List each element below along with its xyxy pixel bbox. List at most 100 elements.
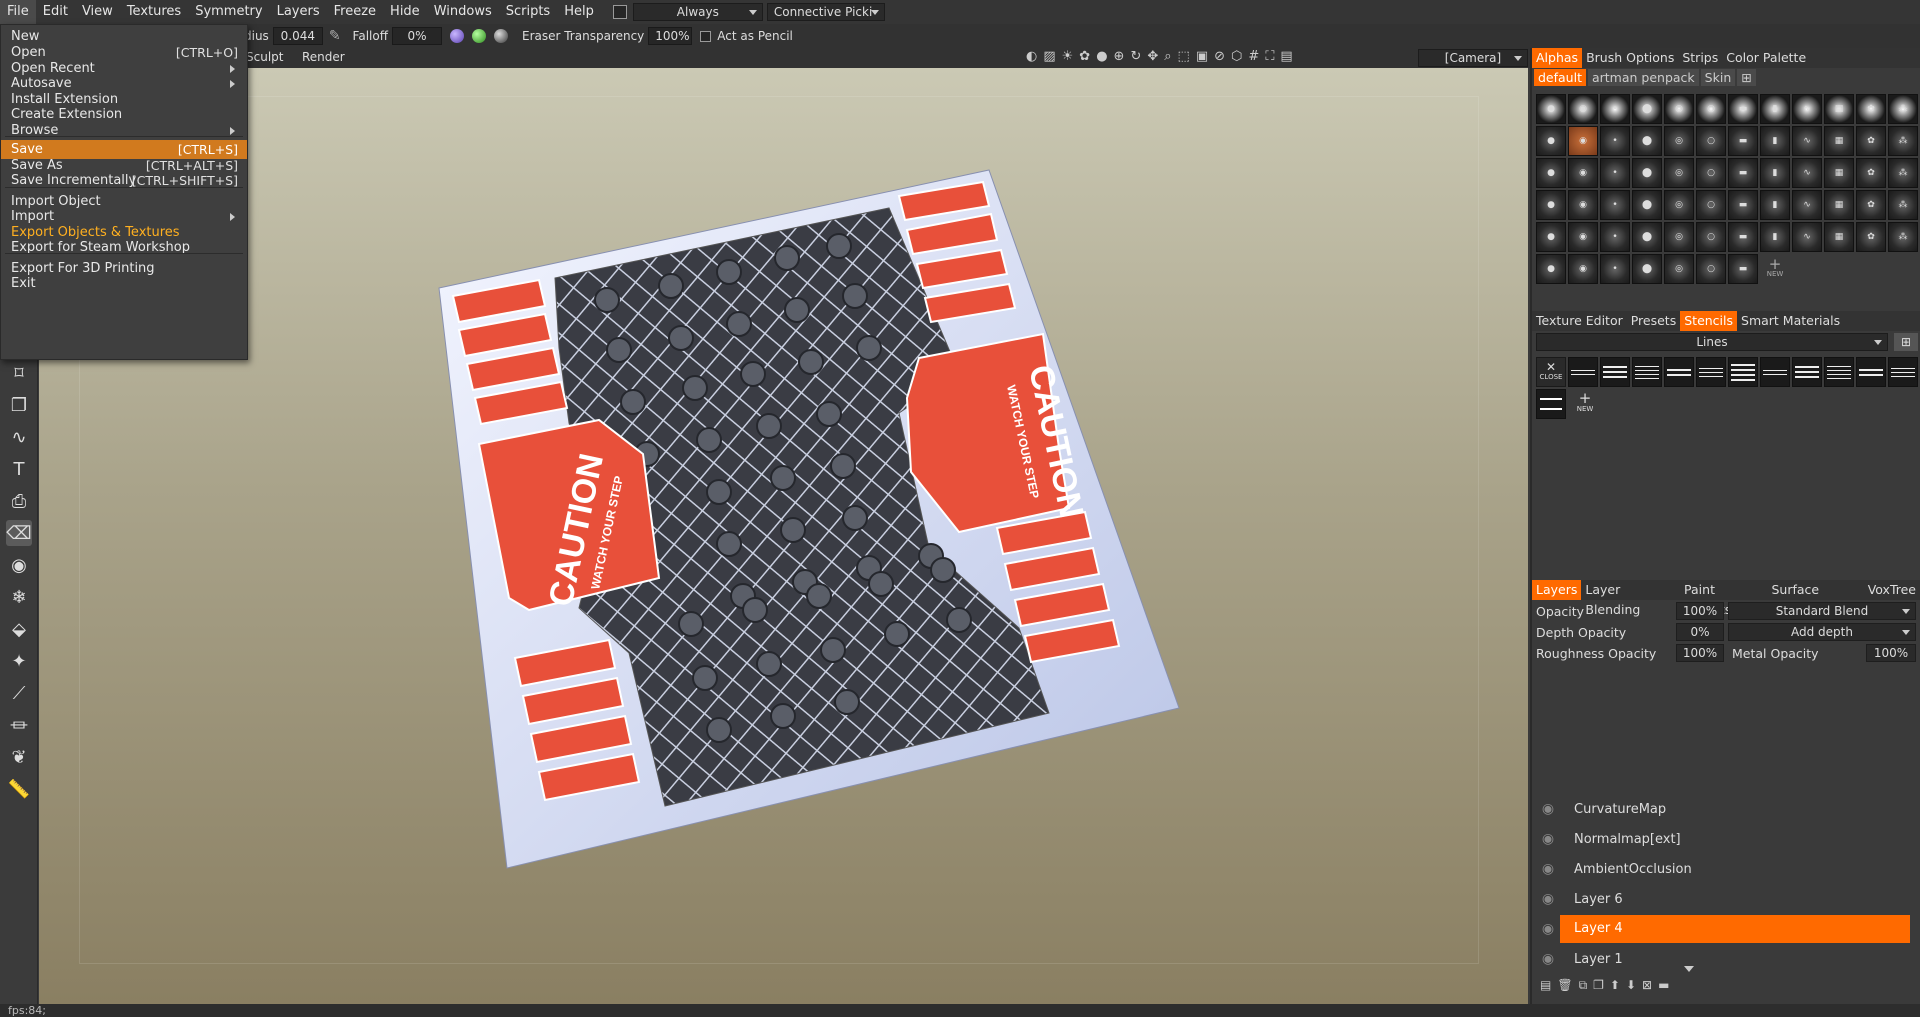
stencil-thumb[interactable] — [1600, 357, 1630, 387]
tab-paint-objects[interactable]: Paint Objects — [1680, 580, 1767, 617]
alpha-thumb[interactable]: ▬ — [1728, 190, 1758, 220]
menu-textures[interactable]: Textures — [120, 0, 188, 24]
symmetry-tool-icon[interactable]: ❦ — [6, 744, 32, 770]
alpha-thumb[interactable]: ○ — [1696, 158, 1726, 188]
camera-dropdown[interactable]: [Camera] — [1418, 49, 1528, 67]
alpha-thumb[interactable]: ◉ — [1568, 94, 1598, 124]
move-down-icon[interactable]: ⬇ — [1626, 978, 1636, 993]
clear-layer-icon[interactable]: ⊠ — [1642, 978, 1652, 993]
duplicate-layer-icon[interactable]: ❐ — [1593, 978, 1604, 993]
material-sphere-icon[interactable] — [449, 29, 464, 43]
drop-icon[interactable]: ● — [1096, 49, 1107, 64]
alpha-thumb[interactable]: ◉ — [1568, 190, 1598, 220]
alpha-thumb[interactable]: ○ — [1696, 126, 1726, 156]
layer-row[interactable]: ◉ AmbientOcclusion — [1536, 855, 1918, 883]
frame-icon[interactable]: ⬚ — [1178, 49, 1190, 64]
alpha-thumb[interactable]: ∿ — [1792, 158, 1822, 188]
file-menu-item[interactable]: Exit — [1, 274, 247, 293]
transform-tool-icon[interactable]: ⬙ — [6, 616, 32, 642]
subtab-default[interactable]: default — [1534, 69, 1586, 86]
alpha-thumb[interactable]: ∿ — [1792, 126, 1822, 156]
stencil-thumb[interactable] — [1536, 389, 1566, 419]
stencil-new-button[interactable]: + NEW — [1570, 391, 1600, 414]
opacity-field[interactable]: 100% — [1676, 602, 1724, 620]
stencil-thumb[interactable] — [1568, 357, 1598, 387]
smooth-tool-icon[interactable]: ⏛ — [6, 712, 32, 738]
tab-sculpt[interactable]: Sculpt — [246, 50, 283, 64]
tab-smart-materials[interactable]: Smart Materials — [1737, 311, 1844, 331]
freeze-tool-icon[interactable]: ❄ — [6, 584, 32, 610]
rotate-icon[interactable]: ↻ — [1130, 49, 1141, 64]
alpha-thumb[interactable]: ▬ — [1728, 126, 1758, 156]
alpha-thumb[interactable]: ✿ — [1856, 222, 1886, 252]
alpha-thumb[interactable]: ⁂ — [1888, 94, 1918, 124]
alpha-thumb[interactable]: ▬ — [1728, 94, 1758, 124]
menu-symmetry[interactable]: Symmetry — [188, 0, 269, 24]
alpha-thumb[interactable]: ◎ — [1664, 94, 1694, 124]
alpha-thumb[interactable]: ▮ — [1760, 158, 1790, 188]
shading-icon[interactable]: ◐ — [1026, 49, 1037, 64]
alpha-thumb[interactable]: • — [1600, 158, 1630, 188]
light-icon[interactable]: ☀ — [1062, 49, 1074, 64]
menu-file[interactable]: File — [0, 0, 36, 24]
curve-tool-icon[interactable]: ∿ — [6, 424, 32, 450]
alpha-thumb[interactable]: ● — [1536, 126, 1566, 156]
stencil-thumb[interactable] — [1792, 357, 1822, 387]
alpha-thumb[interactable]: ◎ — [1664, 190, 1694, 220]
tab-presets[interactable]: Presets — [1627, 311, 1681, 331]
menu-freeze[interactable]: Freeze — [327, 0, 383, 24]
eye-icon[interactable]: ◉ — [1536, 885, 1560, 913]
alpha-thumb[interactable]: • — [1600, 190, 1630, 220]
hide-tool-icon[interactable]: ◉ — [6, 552, 32, 578]
alpha-thumb[interactable]: ▬ — [1728, 222, 1758, 252]
stencil-thumb[interactable] — [1696, 357, 1726, 387]
stencil-thumb[interactable] — [1664, 357, 1694, 387]
always-dropdown[interactable]: Always — [632, 3, 763, 21]
alpha-thumb[interactable]: ✿ — [1856, 94, 1886, 124]
alpha-thumb[interactable]: ⁂ — [1888, 158, 1918, 188]
alpha-thumb[interactable]: ◉ — [1568, 126, 1598, 156]
alpha-thumb[interactable]: ● — [1536, 190, 1566, 220]
text-tool-icon[interactable]: T — [6, 456, 32, 482]
depth-mode-dropdown[interactable]: Add depth — [1728, 623, 1916, 641]
alpha-thumb[interactable]: ● — [1536, 222, 1566, 252]
folder-icon[interactable]: ▬ — [1658, 978, 1669, 993]
stencil-thumb[interactable] — [1824, 357, 1854, 387]
alpha-thumb[interactable]: ▮ — [1760, 190, 1790, 220]
gloss-sphere-icon[interactable] — [493, 29, 508, 43]
eraser-transparency-field[interactable]: 100% — [648, 27, 693, 45]
alpha-thumb[interactable]: ▮ — [1760, 222, 1790, 252]
eye-icon[interactable]: ◉ — [1536, 915, 1560, 943]
eye-icon[interactable]: ◉ — [1536, 945, 1560, 973]
alpha-thumb[interactable]: ∿ — [1792, 94, 1822, 124]
picking-dropdown[interactable]: Connective Picki — [766, 3, 885, 21]
alpha-thumb[interactable]: • — [1600, 126, 1630, 156]
stencil-close-button[interactable]: ✕ CLOSE — [1536, 357, 1566, 387]
alpha-thumb[interactable]: ⬤ — [1632, 126, 1662, 156]
pick-tool-icon[interactable]: ✦ — [6, 648, 32, 674]
alpha-thumb[interactable]: ◉ — [1568, 254, 1598, 284]
tab-layer-blending[interactable]: Layer Blending — [1581, 580, 1680, 617]
cube-icon[interactable]: ⬡ — [1231, 49, 1242, 64]
alpha-thumb[interactable]: ✿ — [1856, 158, 1886, 188]
radius-field[interactable]: 0.044 — [272, 27, 323, 45]
fill-tool-icon[interactable]: ⎙ — [6, 488, 32, 514]
alpha-thumb[interactable]: ⬤ — [1632, 254, 1662, 284]
grid-icon[interactable]: # — [1248, 49, 1259, 64]
blend-mode-dropdown[interactable]: Standard Blend — [1728, 602, 1916, 620]
alpha-thumb[interactable]: • — [1600, 222, 1630, 252]
tab-stencils[interactable]: Stencils — [1680, 311, 1738, 331]
paint-icon[interactable]: ✿ — [1079, 49, 1090, 64]
roughness-field[interactable]: 100% — [1676, 644, 1724, 662]
stencil-thumb[interactable] — [1856, 357, 1886, 387]
layer-row[interactable]: ◉ CurvatureMap — [1536, 795, 1918, 823]
subtab-skin[interactable]: Skin — [1700, 69, 1736, 86]
alpha-thumb[interactable]: ∿ — [1792, 222, 1822, 252]
eraser-tool-icon[interactable]: ⌫ — [6, 520, 32, 546]
delete-layer-icon[interactable]: 🗑 — [1557, 978, 1572, 993]
stencil-category-dropdown[interactable]: Lines — [1536, 333, 1888, 351]
menu-layers[interactable]: Layers — [270, 0, 327, 24]
alpha-thumb[interactable]: ▦ — [1824, 126, 1854, 156]
tab-color-palette[interactable]: Color Palette — [1722, 48, 1810, 68]
menu-scripts[interactable]: Scripts — [499, 0, 557, 24]
